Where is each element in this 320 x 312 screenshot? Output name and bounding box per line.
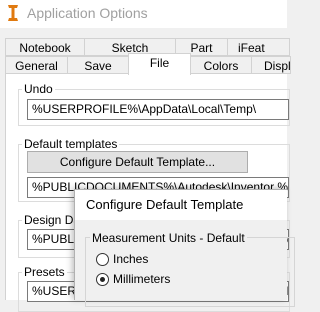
dialog-title-bar: Configure Default Template — [75, 190, 287, 220]
undo-path-field[interactable]: %USERPROFILE%\AppData\Local\Temp\ — [27, 99, 289, 120]
configure-default-template-button[interactable]: Configure Default Template... — [27, 151, 248, 173]
radio-selected-dot — [100, 277, 105, 282]
tab-display[interactable]: Displ — [251, 56, 291, 74]
inches-radio-label[interactable]: Inches — [113, 252, 148, 266]
presets-group-label: Presets — [22, 265, 67, 279]
tab-save[interactable]: Save — [67, 56, 129, 74]
configure-default-template-dialog: Configure Default Template Measurement U… — [74, 189, 295, 307]
millimeters-radio-label[interactable]: Millimeters — [113, 272, 170, 286]
tab-file[interactable]: File — [128, 53, 191, 75]
title-bar: Application Options — [0, 0, 287, 28]
tab-notebook[interactable]: Notebook — [5, 38, 85, 56]
tab-colors[interactable]: Colors — [190, 56, 252, 74]
tab-general[interactable]: General — [5, 56, 68, 74]
measurement-units-label: Measurement Units - Default — [90, 231, 247, 245]
default-templates-group-label: Default templates — [22, 137, 120, 151]
tab-ifeature[interactable]: iFeat — [227, 38, 290, 56]
millimeters-radio[interactable] — [96, 273, 109, 286]
undo-group-label: Undo — [22, 82, 55, 96]
dialog-title: Configure Default Template — [86, 197, 244, 212]
inches-radio[interactable] — [96, 253, 109, 266]
inventor-app-icon — [8, 5, 18, 21]
window-title: Application Options — [27, 5, 148, 21]
